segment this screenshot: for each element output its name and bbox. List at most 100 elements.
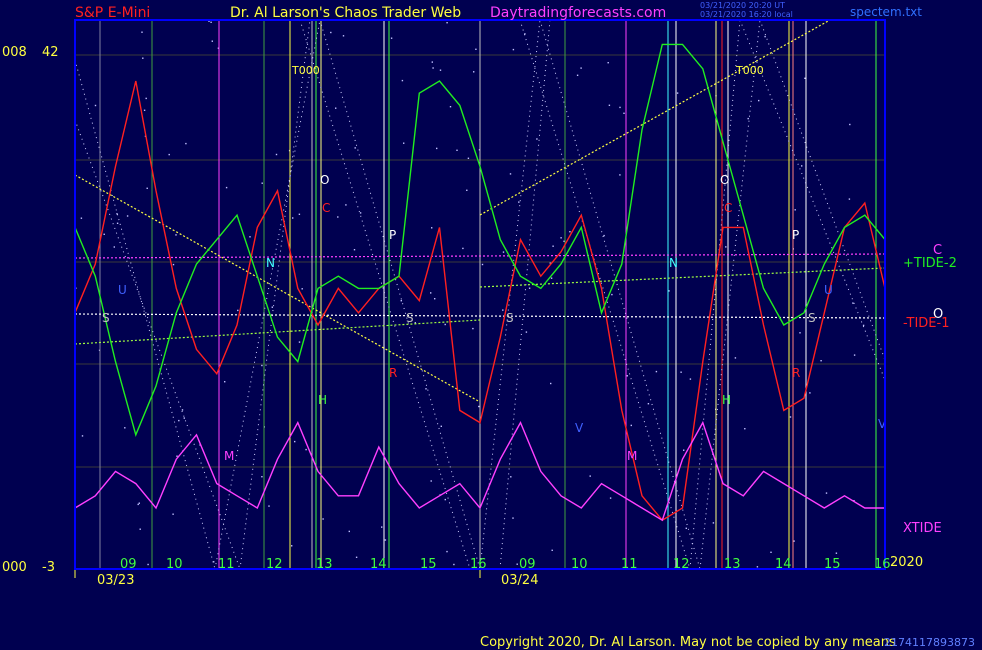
star-dot bbox=[603, 234, 605, 237]
star-dot bbox=[183, 417, 185, 419]
star-dot bbox=[434, 298, 436, 300]
star-dot bbox=[770, 551, 772, 553]
star-dot bbox=[268, 505, 270, 507]
star-dot bbox=[758, 99, 760, 102]
star-dot bbox=[142, 57, 144, 59]
marker-o: O bbox=[320, 173, 329, 187]
x-tick-label: 15 bbox=[824, 557, 841, 572]
star-dot bbox=[446, 550, 448, 553]
marker-r: R bbox=[389, 366, 397, 380]
star-dot bbox=[261, 476, 263, 478]
star-dot bbox=[126, 215, 129, 217]
star-dot bbox=[81, 435, 84, 437]
star-dot bbox=[305, 448, 307, 451]
star-dot bbox=[298, 213, 301, 215]
star-dot bbox=[848, 198, 851, 200]
x-tick-label: 14 bbox=[775, 557, 792, 572]
star-dot bbox=[145, 97, 147, 100]
star-dot bbox=[94, 104, 97, 107]
star-dot bbox=[764, 35, 766, 38]
star-dot bbox=[756, 566, 759, 568]
marker-u: U bbox=[824, 283, 833, 297]
star-dot bbox=[809, 392, 811, 394]
star-dot bbox=[611, 293, 613, 296]
title-label: Dr. Al Larson's Chaos Trader Web bbox=[230, 5, 461, 21]
star-dot bbox=[335, 107, 337, 109]
star-dot bbox=[804, 77, 806, 79]
star-dot bbox=[725, 246, 727, 248]
star-dot bbox=[185, 142, 187, 145]
star-dot bbox=[820, 360, 822, 362]
star-dot bbox=[862, 324, 865, 327]
star-dot bbox=[345, 204, 347, 206]
star-dot bbox=[225, 186, 228, 189]
star-dot bbox=[607, 62, 609, 64]
star-dot bbox=[668, 290, 670, 292]
star-dot bbox=[403, 142, 405, 144]
star-dot bbox=[619, 106, 621, 109]
star-dot bbox=[734, 357, 737, 359]
star-dot bbox=[619, 174, 621, 176]
star-dot bbox=[146, 187, 148, 189]
marker-c: C bbox=[322, 201, 330, 215]
star-dot bbox=[430, 480, 432, 482]
site-label[interactable]: Daytradingforecasts.com bbox=[490, 5, 666, 21]
star-dot bbox=[518, 201, 520, 203]
marker-h: H bbox=[318, 393, 327, 407]
star-dot bbox=[330, 31, 332, 34]
marker-o: O bbox=[720, 173, 729, 187]
star-dot bbox=[354, 147, 356, 149]
footer-code: 2174117893873 bbox=[884, 636, 975, 649]
star-dot bbox=[512, 517, 514, 519]
star-dot bbox=[143, 109, 146, 111]
star-dot bbox=[337, 216, 339, 218]
x-tick-label: 11 bbox=[621, 557, 638, 572]
copyright-text: Copyright 2020, Dr. Al Larson. May not b… bbox=[480, 635, 896, 650]
star-dot bbox=[440, 425, 442, 427]
star-dot bbox=[467, 157, 470, 159]
marker-c: C bbox=[724, 201, 732, 215]
star-dot bbox=[80, 217, 83, 219]
star-dot bbox=[400, 300, 402, 302]
x-tick-label: 10 bbox=[571, 557, 588, 572]
marker-m: M bbox=[224, 449, 234, 463]
marker-h: H bbox=[722, 393, 731, 407]
star-dot bbox=[103, 233, 105, 235]
star-dot bbox=[576, 74, 579, 76]
marker-n: N bbox=[669, 256, 678, 270]
star-dot bbox=[712, 522, 715, 524]
star-dot bbox=[431, 227, 433, 229]
marker-s: S bbox=[102, 311, 110, 325]
star-dot bbox=[172, 513, 174, 515]
star-dot bbox=[439, 69, 442, 71]
star-dot bbox=[401, 79, 404, 82]
star-dot bbox=[472, 327, 474, 330]
star-dot bbox=[249, 236, 251, 238]
star-dot bbox=[446, 22, 448, 24]
marker-s: S bbox=[506, 311, 514, 325]
star-dot bbox=[453, 563, 455, 566]
x-tick-label: 15 bbox=[420, 557, 437, 572]
y-top-b: 42 bbox=[42, 45, 59, 60]
y-top-a: 008 bbox=[2, 45, 27, 60]
star-dot bbox=[481, 263, 484, 266]
star-dot bbox=[237, 309, 239, 312]
marker-p: P bbox=[389, 228, 396, 242]
star-dot bbox=[569, 231, 571, 233]
star-dot bbox=[536, 138, 538, 140]
star-dot bbox=[466, 189, 468, 191]
year-label: 2020 bbox=[890, 555, 923, 570]
star-dot bbox=[550, 277, 553, 279]
star-dot bbox=[137, 503, 139, 506]
x-tick-label: 12 bbox=[266, 557, 283, 572]
star-dot bbox=[801, 165, 803, 167]
star-dot bbox=[294, 440, 296, 443]
star-dot bbox=[835, 552, 838, 554]
marker-v: V bbox=[575, 421, 584, 435]
timestamp-ut: 03/21/2020 20:20 UT bbox=[700, 1, 785, 10]
timestamp-local: 03/21/2020 16:20 local bbox=[700, 10, 793, 19]
star-dot bbox=[390, 37, 393, 39]
label-tide2: +TIDE-2 bbox=[903, 256, 957, 271]
star-dot bbox=[609, 497, 612, 499]
chart-canvas: O OC CP PR RS S S SH HN NM MV VU U S&P E-Mini Dr. Al… bbox=[0, 0, 982, 650]
